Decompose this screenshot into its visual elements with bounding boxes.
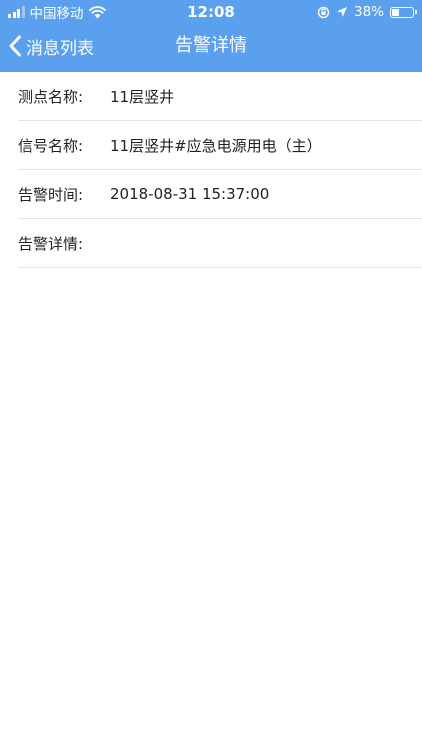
detail-value: 11层竖井 bbox=[110, 87, 175, 106]
detail-row-alarm-details: 告警详情: bbox=[18, 219, 422, 268]
detail-label: 告警时间: bbox=[18, 185, 84, 204]
detail-value: 11层竖井#应急电源用电（主） bbox=[110, 136, 322, 155]
page-title: 告警详情 bbox=[175, 35, 247, 56]
detail-row-point-name: 测点名称: 11层竖井 bbox=[18, 72, 422, 121]
detail-row-alarm-time: 告警时间: 2018-08-31 15:37:00 bbox=[18, 170, 422, 219]
detail-list: 测点名称: 11层竖井 信号名称: 11层竖井#应急电源用电（主） 告警时间: … bbox=[18, 72, 422, 268]
detail-label: 信号名称: bbox=[18, 136, 84, 155]
battery-percent: 38% bbox=[353, 4, 384, 20]
status-right: 38% bbox=[317, 3, 417, 21]
detail-label: 告警详情: bbox=[18, 234, 84, 253]
detail-value: 2018-08-31 15:37:00 bbox=[110, 185, 270, 203]
battery-icon bbox=[390, 6, 417, 18]
detail-row-signal-name: 信号名称: 11层竖井#应急电源用电（主） bbox=[18, 121, 422, 170]
location-arrow-icon bbox=[336, 7, 347, 17]
orientation-lock-icon bbox=[317, 6, 330, 18]
battery-level-fill bbox=[392, 8, 399, 16]
header-bar: 中国移动 12:08 38% 消息列表 告警详情 bbox=[0, 0, 422, 72]
detail-label: 测点名称: bbox=[18, 87, 84, 106]
navigation-bar: 消息列表 告警详情 bbox=[0, 24, 422, 72]
status-bar: 中国移动 12:08 38% bbox=[0, 0, 422, 24]
